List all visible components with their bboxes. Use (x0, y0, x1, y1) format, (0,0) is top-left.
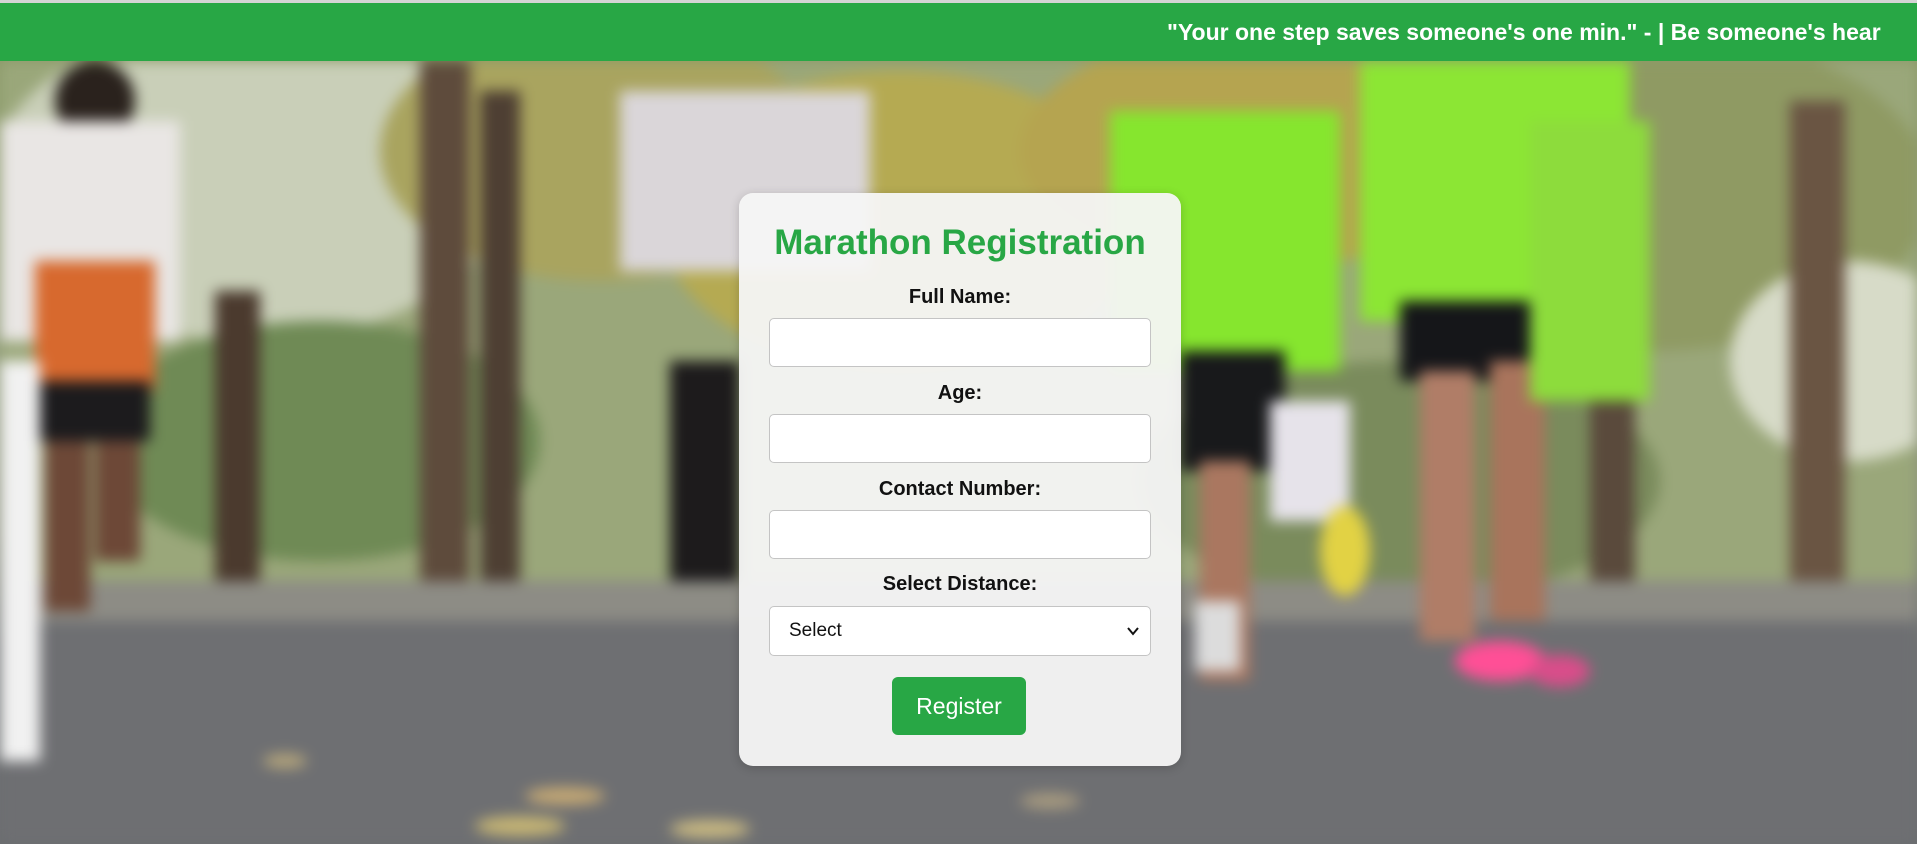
distance-select[interactable]: Select (769, 606, 1151, 656)
full-name-input[interactable] (769, 318, 1151, 367)
registration-card: Marathon Registration Full Name: Age: Co… (739, 193, 1181, 766)
full-name-label: Full Name: (908, 286, 1012, 308)
contact-number-label: Contact Number: (878, 478, 1042, 500)
chevron-down-icon (1127, 627, 1139, 636)
contact-number-input[interactable] (769, 510, 1151, 559)
age-label: Age: (937, 382, 983, 404)
form-title: Marathon Registration (774, 223, 1146, 262)
page: "Your one step saves someone's one min."… (0, 0, 1917, 844)
age-input[interactable] (769, 414, 1151, 463)
quote-ticker-banner: "Your one step saves someone's one min."… (0, 3, 1917, 61)
distance-selected-value: Select (789, 620, 842, 641)
top-divider (0, 0, 1917, 3)
distance-label: Select Distance: (882, 573, 1038, 595)
register-button[interactable]: Register (892, 677, 1026, 735)
ticker-text: "Your one step saves someone's one min."… (1167, 19, 1881, 45)
